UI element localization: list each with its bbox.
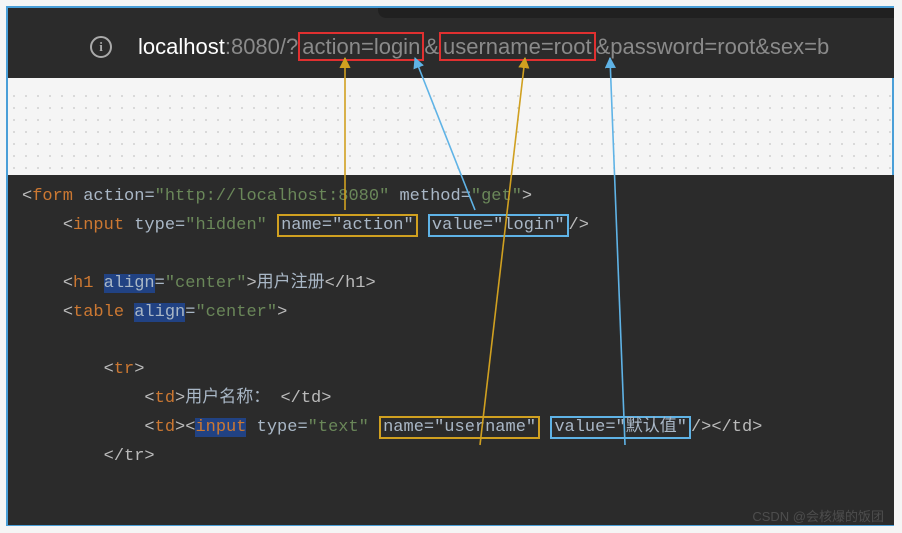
code-l4-ctag: </h1> (325, 274, 376, 293)
code-l1-sp (73, 187, 83, 206)
url-rest: password=root&sex=b (610, 34, 829, 59)
code-l5-tag: table (73, 303, 124, 322)
code-l5-attr-align: align (134, 303, 185, 322)
code-l10-ctag: </tr> (104, 447, 155, 466)
code-l9-box-name-username: name="username" (379, 416, 540, 439)
code-l1-tag: form (32, 187, 73, 206)
code-l9-box-value-default: value="默认值" (550, 416, 691, 439)
code-l9-sp3 (540, 418, 550, 437)
code-l9-input-open: < (185, 418, 195, 437)
code-l9-ctag: </td> (711, 418, 762, 437)
code-l4-tag: h1 (73, 274, 93, 293)
code-l7-tag: tr (114, 360, 134, 379)
dotted-background (8, 90, 894, 175)
code-l9-attr-type: type (257, 418, 298, 437)
code-l1-val-action: "http://localhost:8080" (155, 187, 390, 206)
url-host: localhost (138, 34, 225, 59)
code-l8-open: < (144, 389, 154, 408)
tab-shadow (378, 8, 894, 18)
code-l2-sp3 (418, 216, 428, 235)
code-l2-attr-type: type (134, 216, 175, 235)
code-l9-close: > (175, 418, 185, 437)
code-l9-input-tag: input (195, 418, 246, 437)
code-l2-box-name-action: name="action" (277, 214, 418, 237)
code-l9-tag: td (155, 418, 175, 437)
code-l5-sp (124, 303, 134, 322)
code-l1-close: > (522, 187, 532, 206)
code-l2-sp (124, 216, 134, 235)
code-l4-attr-align: align (104, 274, 155, 293)
url-highlight-username: username=root (439, 32, 596, 61)
code-l2-end: /> (569, 216, 589, 235)
code-l5-open: < (63, 303, 73, 322)
code-panel: <form action="http://localhost:8080" met… (8, 175, 894, 525)
code-l5-eq: = (185, 303, 195, 322)
code-l1-sp2 (389, 187, 399, 206)
code-l2-sp2 (267, 216, 277, 235)
code-l9-isp (246, 418, 256, 437)
code-l9-sp2 (369, 418, 379, 437)
code-l7-close: > (134, 360, 144, 379)
code-l1-attr-method: method (399, 187, 460, 206)
code-l7-open: < (104, 360, 114, 379)
browser-address-bar: i localhost:8080/?action=login&username=… (8, 8, 894, 78)
code-l8-text: 用户名称： (185, 389, 270, 408)
code-l1-val-method: "get" (471, 187, 522, 206)
code-l8-tag: td (155, 389, 175, 408)
url-port: :8080 (225, 34, 280, 59)
code-l5-val: "center" (195, 303, 277, 322)
code-l2-open: < (63, 216, 73, 235)
code-l9-input-end: /> (691, 418, 711, 437)
url-path: /? (280, 34, 298, 59)
code-l9-eq1: = (297, 418, 307, 437)
site-info-icon[interactable]: i (90, 36, 112, 58)
code-l4-open: < (63, 274, 73, 293)
code-l2-box-value-login: value="login" (428, 214, 569, 237)
code-l4-sp (93, 274, 103, 293)
code-l4-close: > (246, 274, 256, 293)
code-l2-tag: input (73, 216, 124, 235)
url-amp-1: & (424, 34, 439, 59)
code-l1-eq1: = (144, 187, 154, 206)
url-amp-2: & (596, 34, 611, 59)
code-l1-eq2: = (461, 187, 471, 206)
code-l9-val-type: "text" (308, 418, 369, 437)
code-l2-eq1: = (175, 216, 185, 235)
code-l4-eq: = (155, 274, 165, 293)
url-text[interactable]: localhost:8080/?action=login&username=ro… (138, 34, 829, 60)
code-l2-val-type: "hidden" (185, 216, 267, 235)
code-l5-close: > (277, 303, 287, 322)
code-l1-open: < (22, 187, 32, 206)
code-l8-ctag: </td> (280, 389, 331, 408)
watermark: CSDN @会核爆的饭团 (752, 506, 884, 525)
code-l4-text: 用户注册 (257, 274, 325, 293)
code-l1-attr-action: action (83, 187, 144, 206)
url-highlight-action: action=login (298, 32, 424, 61)
code-l8-sp (270, 389, 280, 408)
code-l8-close: > (175, 389, 185, 408)
code-l4-val: "center" (165, 274, 247, 293)
code-l9-open: < (144, 418, 154, 437)
